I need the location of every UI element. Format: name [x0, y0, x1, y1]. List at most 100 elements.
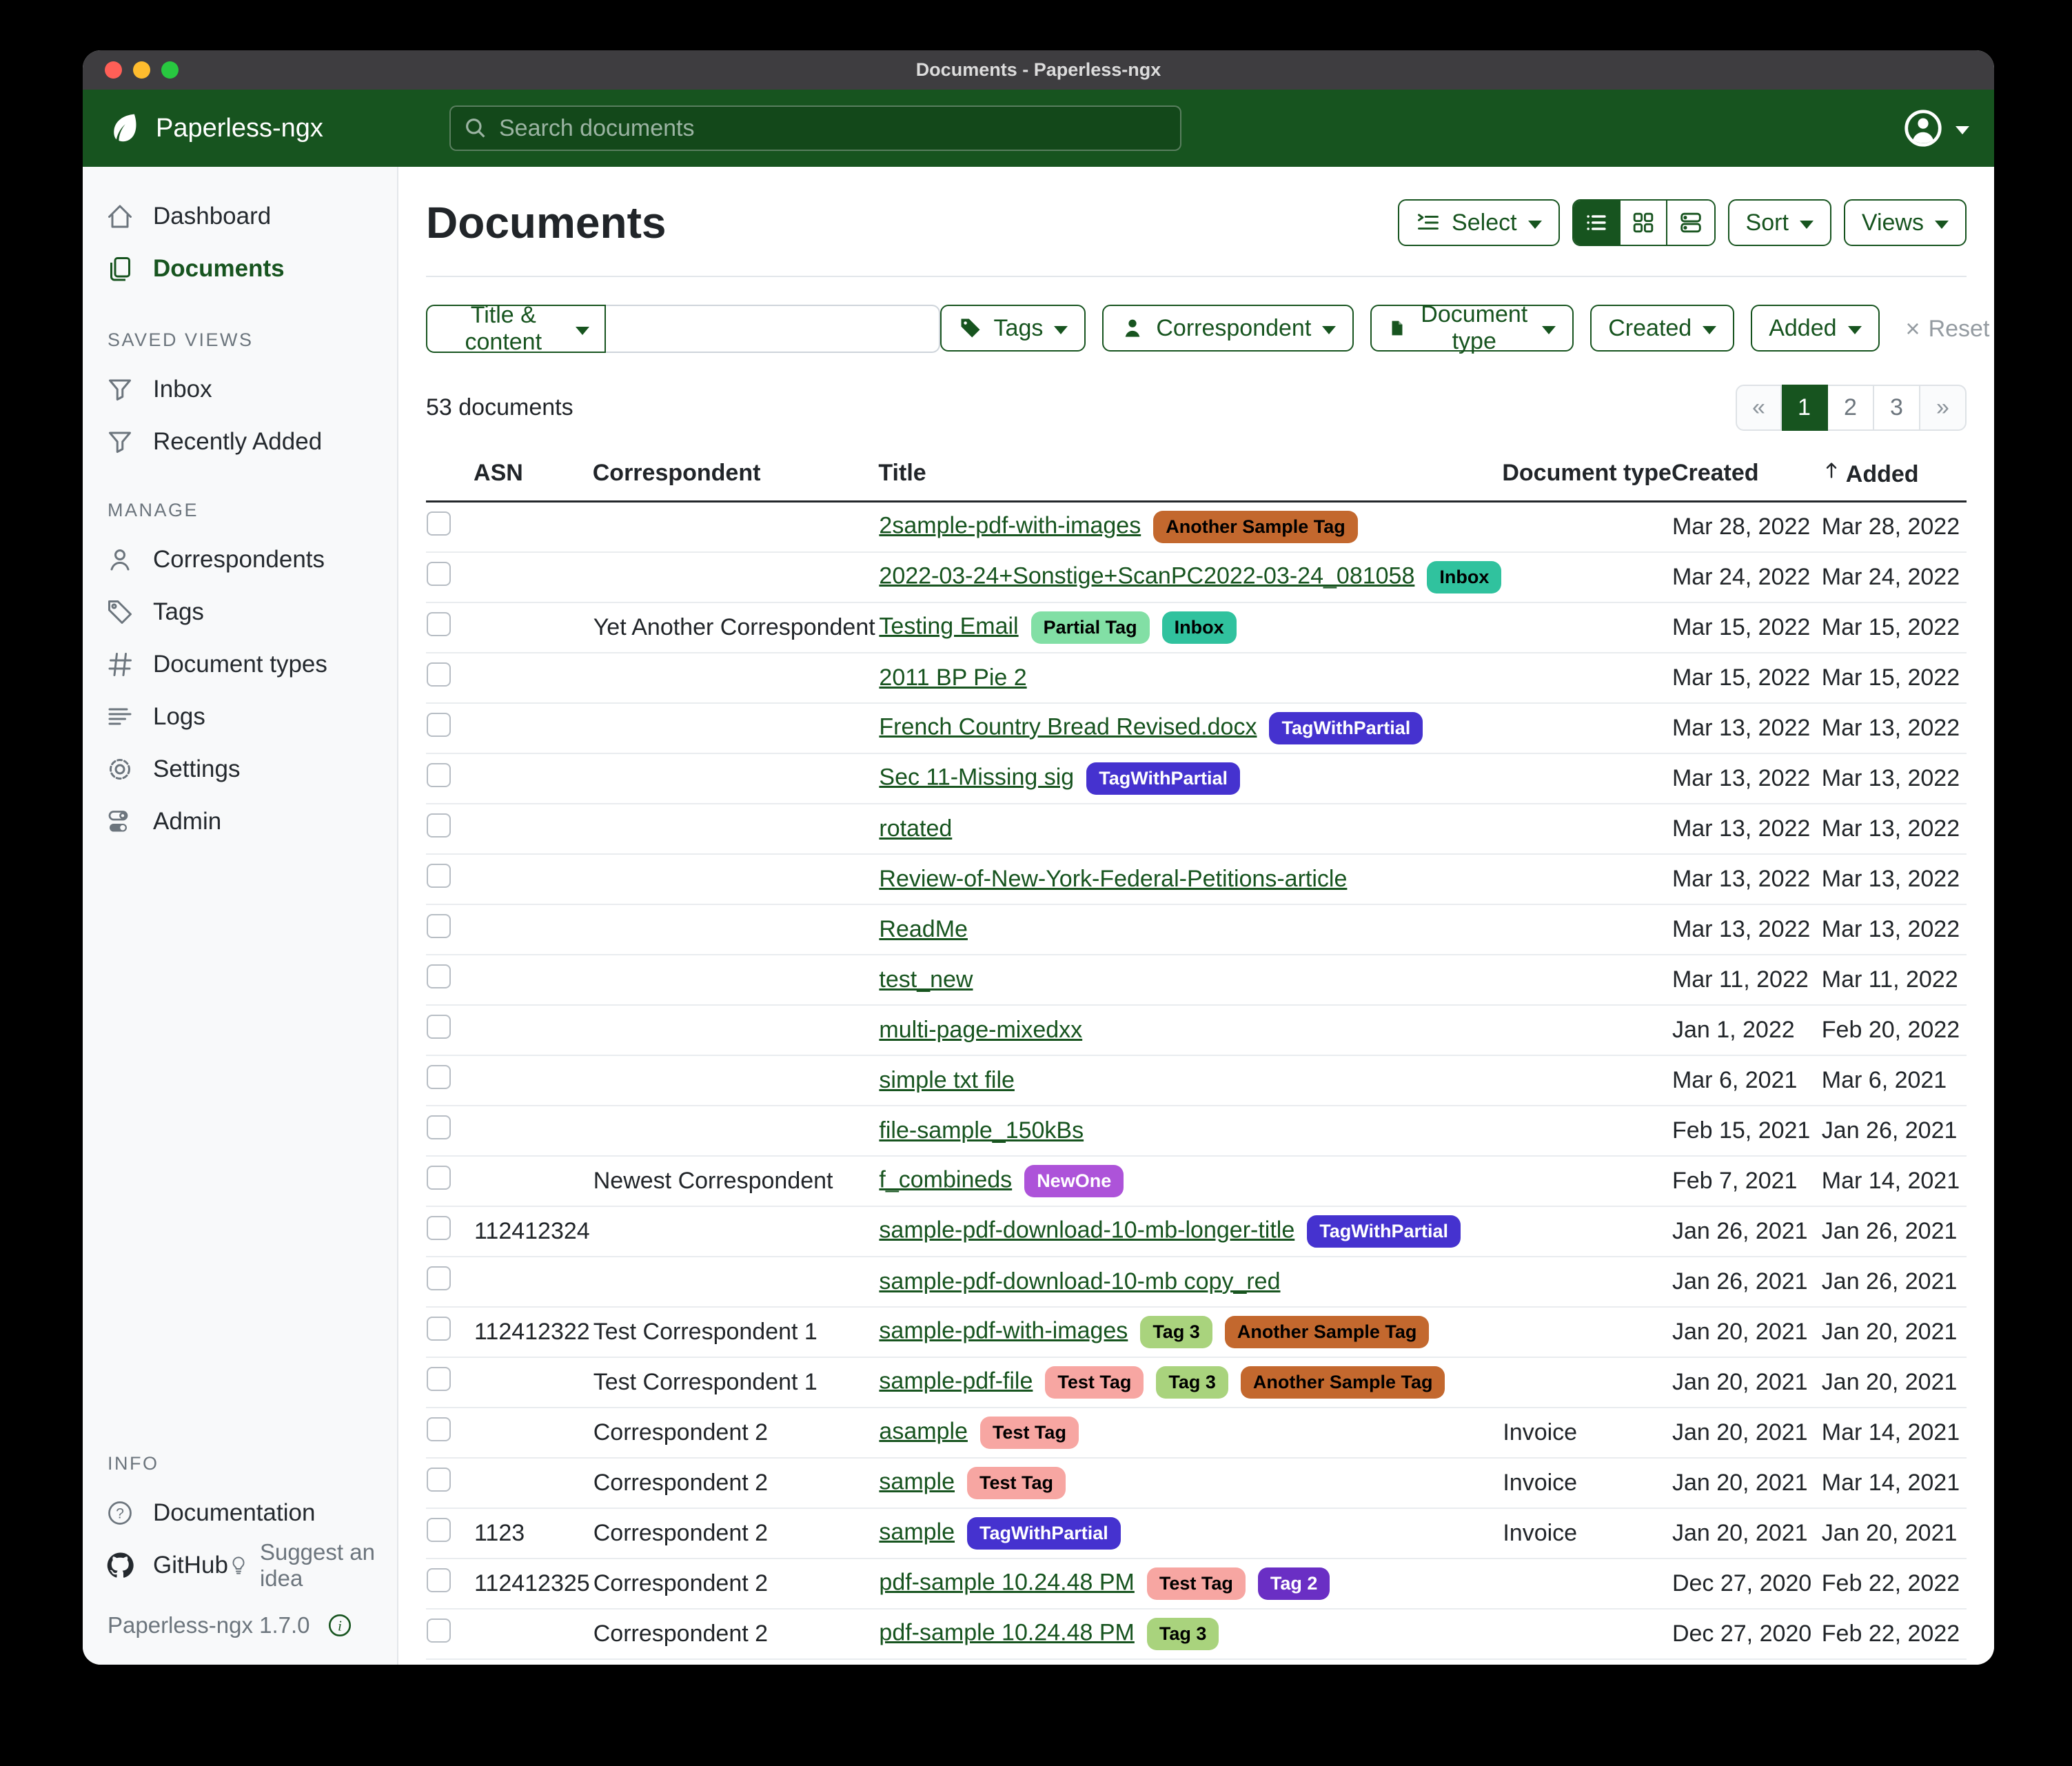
row-checkbox[interactable] — [427, 511, 451, 536]
row-checkbox[interactable] — [427, 662, 451, 687]
document-link[interactable]: 2011 BP Pie 2 — [879, 664, 1026, 691]
tag-badge[interactable]: Another Sample Tag — [1241, 1366, 1445, 1399]
sidebar-item-correspondents[interactable]: Correspondents — [83, 534, 397, 586]
row-checkbox[interactable] — [427, 1568, 451, 1592]
row-checkbox[interactable] — [427, 1468, 451, 1492]
row-checkbox[interactable] — [427, 864, 451, 888]
correspondent-cell[interactable]: Correspondent 2 — [593, 1408, 879, 1458]
sidebar-item-documentation[interactable]: ? Documentation — [83, 1487, 397, 1539]
row-checkbox[interactable] — [427, 1618, 451, 1643]
document-link[interactable]: sample — [879, 1519, 955, 1545]
correspondent-cell[interactable]: Yet Another Correspondent — [593, 602, 879, 653]
pagination-next-button[interactable]: » — [1920, 385, 1967, 431]
row-checkbox[interactable] — [427, 1166, 451, 1190]
document-link[interactable]: sample — [879, 1468, 955, 1494]
row-checkbox[interactable] — [427, 1266, 451, 1290]
suggest-idea-link[interactable]: Suggest an idea — [228, 1539, 397, 1592]
sidebar-item-settings[interactable]: Settings — [83, 743, 397, 795]
views-button[interactable]: Views — [1844, 199, 1967, 246]
minimize-window-button[interactable] — [133, 61, 150, 79]
document-link[interactable]: sample-pdf-download-10-mb-longer-title — [879, 1217, 1294, 1243]
correspondent-cell[interactable]: Correspondent 2 — [593, 1559, 879, 1609]
tag-badge[interactable]: Inbox — [1162, 611, 1237, 644]
reset-filters-button[interactable]: × Reset filters — [1906, 305, 1994, 353]
row-checkbox[interactable] — [427, 1065, 451, 1089]
correspondent-cell[interactable]: Correspondent 2 — [593, 1609, 879, 1659]
row-checkbox[interactable] — [427, 964, 451, 988]
pagination-page-button[interactable]: 2 — [1828, 385, 1874, 431]
search-input[interactable] — [498, 114, 1168, 143]
pagination-page-button[interactable]: 3 — [1874, 385, 1920, 431]
sidebar-item-documents[interactable]: Documents — [83, 243, 397, 295]
sidebar-item-admin[interactable]: Admin — [83, 795, 397, 848]
correspondent-column-header[interactable]: Correspondent — [593, 450, 879, 502]
grid-view-button[interactable] — [1621, 201, 1667, 245]
tag-badge[interactable]: Tag 3 — [1140, 1316, 1212, 1348]
correspondent-cell[interactable]: Test Correspondent 1 — [593, 1307, 879, 1357]
brand[interactable]: Paperless-ngx — [109, 112, 323, 145]
document-link[interactable]: rotated — [879, 815, 952, 842]
tag-badge[interactable]: Tag 2 — [1258, 1567, 1330, 1600]
tag-badge[interactable]: TagWithPartial — [967, 1517, 1121, 1550]
row-checkbox[interactable] — [427, 914, 451, 938]
sidebar-item-dashboard[interactable]: Dashboard — [83, 190, 397, 243]
row-checkbox[interactable] — [427, 1216, 451, 1240]
doctype-column-header[interactable]: Document type — [1502, 450, 1672, 502]
row-checkbox[interactable] — [427, 562, 451, 586]
tag-badge[interactable]: Tag 3 — [1156, 1366, 1228, 1399]
row-checkbox[interactable] — [427, 763, 451, 787]
document-link[interactable]: pdf-sample 10.24.48 PM — [879, 1619, 1134, 1645]
row-checkbox[interactable] — [427, 1417, 451, 1441]
user-menu[interactable] — [1903, 108, 1969, 148]
document-type-cell[interactable]: Invoice — [1502, 1508, 1672, 1559]
document-link[interactable]: sample-pdf-file — [879, 1368, 1033, 1394]
global-search[interactable] — [449, 105, 1181, 151]
row-checkbox[interactable] — [427, 1317, 451, 1341]
document-type-filter-button[interactable]: Document type — [1370, 305, 1574, 352]
tag-badge[interactable]: Another Sample Tag — [1153, 511, 1358, 543]
row-checkbox[interactable] — [427, 612, 451, 636]
info-circle-icon[interactable]: i — [327, 1612, 353, 1638]
correspondent-cell[interactable]: Correspondent 2 — [593, 1659, 879, 1665]
tag-badge[interactable]: Test Tag — [967, 1467, 1066, 1499]
document-link[interactable]: multi-page-mixedxx — [879, 1017, 1082, 1043]
tag-badge[interactable]: TagWithPartial — [1269, 712, 1423, 744]
tag-badge[interactable]: Another Sample Tag — [1225, 1316, 1430, 1348]
document-link[interactable]: Testing Email — [879, 613, 1018, 639]
sidebar-item-tags[interactable]: Tags — [83, 586, 397, 638]
document-link[interactable]: sample-pdf-with-images — [879, 1317, 1128, 1343]
correspondent-cell[interactable]: Correspondent 2 — [593, 1458, 879, 1508]
close-window-button[interactable] — [105, 61, 122, 79]
detail-view-button[interactable] — [1667, 201, 1714, 245]
sidebar-item-document-types[interactable]: Document types — [83, 638, 397, 691]
tag-badge[interactable]: Partial Tag — [1031, 611, 1150, 644]
sidebar-item-logs[interactable]: Logs — [83, 691, 397, 743]
document-type-cell[interactable]: Invoice — [1502, 1458, 1672, 1508]
created-filter-button[interactable]: Created — [1590, 305, 1734, 352]
sidebar-item-github[interactable]: GitHub — [83, 1539, 228, 1592]
tag-badge[interactable]: Test Tag — [1147, 1567, 1246, 1600]
document-link[interactable]: simple txt file — [879, 1067, 1015, 1093]
row-checkbox[interactable] — [427, 713, 451, 737]
document-link[interactable]: pdf-sample 10.24.48 PM — [879, 1569, 1134, 1595]
document-link[interactable]: file-sample_150kBs — [879, 1117, 1084, 1144]
asn-column-header[interactable]: ASN — [474, 450, 593, 502]
zoom-window-button[interactable] — [161, 61, 179, 79]
correspondent-cell[interactable]: Test Correspondent 1 — [593, 1357, 879, 1408]
correspondent-cell[interactable]: Newest Correspondent — [593, 1156, 879, 1206]
document-link[interactable]: Sec 11-Missing sig — [879, 764, 1074, 790]
document-link[interactable]: Review-of-New-York-Federal-Petitions-art… — [879, 866, 1347, 892]
tag-badge[interactable]: TagWithPartial — [1307, 1215, 1461, 1248]
document-link[interactable]: 2sample-pdf-with-images — [879, 512, 1141, 538]
tag-badge[interactable]: Test Tag — [980, 1417, 1079, 1449]
correspondent-filter-button[interactable]: Correspondent — [1102, 305, 1354, 352]
row-checkbox[interactable] — [427, 1518, 451, 1542]
document-link[interactable]: French Country Bread Revised.docx — [879, 713, 1257, 740]
document-link[interactable]: asample — [879, 1418, 968, 1444]
select-button[interactable]: Select — [1398, 199, 1560, 246]
tag-badge[interactable]: Test Tag — [1045, 1366, 1144, 1399]
document-link[interactable]: sample-pdf-download-10-mb copy_red — [879, 1268, 1280, 1295]
document-type-cell[interactable]: Invoice — [1502, 1408, 1672, 1458]
sidebar-item-inbox[interactable]: Inbox — [83, 363, 397, 416]
pagination-prev-button[interactable]: « — [1736, 385, 1782, 431]
